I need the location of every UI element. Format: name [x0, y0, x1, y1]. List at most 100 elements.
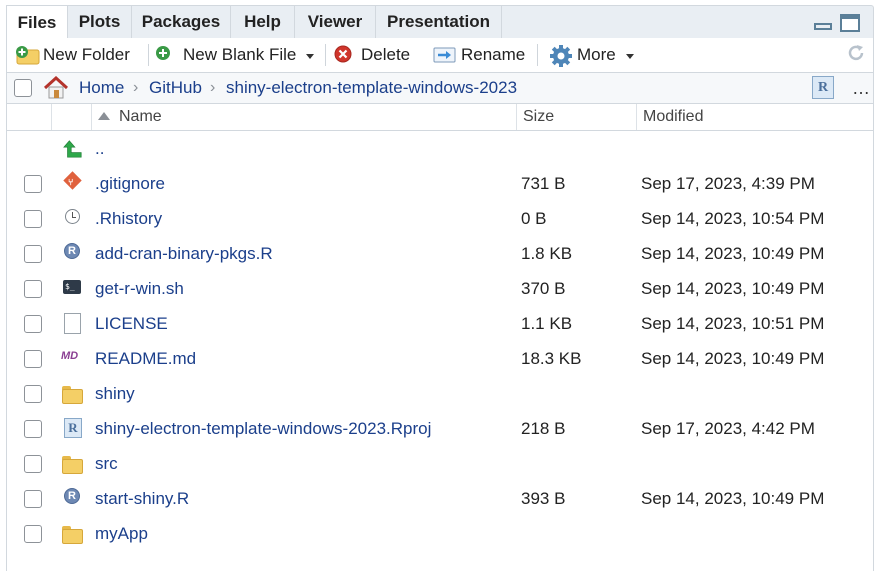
breadcrumb-current-folder[interactable]: shiny-electron-template-windows-2023: [226, 73, 517, 103]
file-checkbox[interactable]: [24, 350, 42, 368]
file-name-link[interactable]: README.md: [95, 341, 196, 376]
tab-help[interactable]: Help: [231, 5, 295, 38]
file-checkbox[interactable]: [24, 525, 42, 543]
rproj-icon: R: [61, 418, 83, 440]
new-folder-button[interactable]: New Folder: [15, 38, 130, 72]
more-label: More: [577, 45, 616, 64]
new-blank-file-button[interactable]: New Blank File: [155, 38, 315, 72]
header-divider: [51, 104, 52, 130]
tab-plots[interactable]: Plots: [68, 5, 132, 38]
sort-ascending-icon: [98, 112, 110, 120]
file-list-header: Name Size Modified: [6, 104, 874, 131]
more-menu-button[interactable]: More: [549, 38, 634, 72]
file-row[interactable]: R shiny-electron-template-windows-2023.R…: [7, 411, 873, 446]
git-icon: ⑂: [61, 171, 83, 195]
breadcrumb-separator-icon: ›: [133, 79, 139, 96]
shell-script-icon: $_: [61, 278, 83, 300]
gear-icon: [549, 45, 572, 67]
new-folder-label: New Folder: [43, 45, 130, 64]
history-icon: [61, 208, 83, 230]
file-row[interactable]: R start-shiny.R 393 B Sep 14, 2023, 10:4…: [7, 481, 873, 516]
chevron-down-icon: [625, 53, 634, 59]
file-row[interactable]: myApp: [7, 516, 873, 551]
file-name-link[interactable]: shiny: [95, 376, 135, 411]
file-name-link[interactable]: start-shiny.R: [95, 481, 189, 516]
new-folder-icon: [15, 45, 40, 65]
toolbar-divider: [325, 44, 326, 66]
files-toolbar: New Folder New Blank File Delete Rename …: [6, 38, 874, 72]
select-all-checkbox[interactable]: [14, 79, 32, 97]
more-options-icon[interactable]: …: [852, 73, 870, 103]
add-file-icon: [155, 45, 177, 65]
folder-icon: [61, 523, 83, 545]
file-checkbox[interactable]: [24, 245, 42, 263]
file-size: 1.8 KB: [521, 244, 573, 263]
tab-viewer[interactable]: Viewer: [295, 5, 376, 38]
column-header-modified[interactable]: Modified: [636, 104, 873, 130]
file-checkbox[interactable]: [24, 385, 42, 403]
file-checkbox[interactable]: [24, 455, 42, 473]
file-name-link[interactable]: LICENSE: [95, 306, 168, 341]
file-name-link[interactable]: get-r-win.sh: [95, 271, 184, 306]
file-name-link[interactable]: myApp: [95, 516, 148, 551]
file-size: 393 B: [521, 489, 566, 508]
delete-label: Delete: [361, 45, 411, 64]
minimize-pane-button[interactable]: [813, 14, 833, 32]
refresh-icon: [845, 42, 867, 69]
column-header-size[interactable]: Size: [516, 104, 636, 130]
file-row[interactable]: ⑂ .gitignore 731 B Sep 17, 2023, 4:39 PM: [7, 166, 873, 201]
file-size: 1.1 KB: [521, 314, 573, 333]
new-blank-file-label: New Blank File: [183, 45, 297, 64]
column-header-name[interactable]: Name: [91, 104, 516, 130]
toolbar-divider: [148, 44, 149, 66]
breadcrumb-home[interactable]: Home: [79, 73, 124, 103]
folder-icon: [61, 453, 83, 475]
file-size: 18.3 KB: [521, 349, 582, 368]
file-modified: Sep 14, 2023, 10:49 PM: [641, 489, 825, 508]
breadcrumb-github[interactable]: GitHub: [149, 73, 202, 103]
tab-packages[interactable]: Packages: [132, 5, 231, 38]
r-file-icon: R: [61, 488, 83, 510]
file-checkbox[interactable]: [24, 210, 42, 228]
file-modified: Sep 14, 2023, 10:51 PM: [641, 314, 825, 333]
chevron-down-icon: [306, 53, 315, 59]
file-list: .. ⑂ .gitignore 731 B Sep 17, 2023, 4:39…: [6, 131, 874, 571]
file-size: 370 B: [521, 279, 566, 298]
home-icon[interactable]: [43, 75, 69, 105]
file-checkbox[interactable]: [24, 420, 42, 438]
delete-button[interactable]: Delete: [333, 38, 410, 72]
refresh-button[interactable]: [845, 38, 867, 72]
file-name-link[interactable]: .gitignore: [95, 166, 165, 201]
column-size-label: Size: [523, 108, 555, 125]
go-up-icon: [61, 138, 83, 160]
file-name-link[interactable]: add-cran-binary-pkgs.R: [95, 236, 273, 271]
file-row[interactable]: shiny: [7, 376, 873, 411]
file-checkbox[interactable]: [24, 490, 42, 508]
file-modified: Sep 14, 2023, 10:49 PM: [641, 349, 825, 368]
file-row[interactable]: R add-cran-binary-pkgs.R 1.8 KB Sep 14, …: [7, 236, 873, 271]
toolbar-divider: [537, 44, 538, 66]
tab-files[interactable]: Files: [6, 5, 68, 38]
parent-directory-row[interactable]: ..: [7, 131, 873, 166]
file-row[interactable]: src: [7, 446, 873, 481]
rproject-icon[interactable]: R: [812, 76, 834, 99]
file-name-link[interactable]: shiny-electron-template-windows-2023.Rpr…: [95, 411, 431, 446]
file-name-link[interactable]: .Rhistory: [95, 201, 162, 236]
file-row[interactable]: $_ get-r-win.sh 370 B Sep 14, 2023, 10:4…: [7, 271, 873, 306]
file-checkbox[interactable]: [24, 175, 42, 193]
file-checkbox[interactable]: [24, 280, 42, 298]
file-size: 218 B: [521, 419, 566, 438]
rename-button[interactable]: Rename: [433, 38, 525, 72]
file-checkbox[interactable]: [24, 315, 42, 333]
file-size: 731 B: [521, 174, 566, 193]
rename-icon: [433, 45, 456, 65]
tab-presentation[interactable]: Presentation: [376, 5, 502, 38]
file-row[interactable]: MD README.md 18.3 KB Sep 14, 2023, 10:49…: [7, 341, 873, 376]
file-row[interactable]: LICENSE 1.1 KB Sep 14, 2023, 10:51 PM: [7, 306, 873, 341]
file-name-link[interactable]: src: [95, 446, 118, 481]
parent-directory-link[interactable]: ..: [95, 131, 104, 166]
maximize-pane-button[interactable]: [840, 14, 860, 32]
file-modified: Sep 17, 2023, 4:39 PM: [641, 174, 815, 193]
breadcrumb-separator-icon: ›: [210, 79, 216, 96]
file-row[interactable]: .Rhistory 0 B Sep 14, 2023, 10:54 PM: [7, 201, 873, 236]
